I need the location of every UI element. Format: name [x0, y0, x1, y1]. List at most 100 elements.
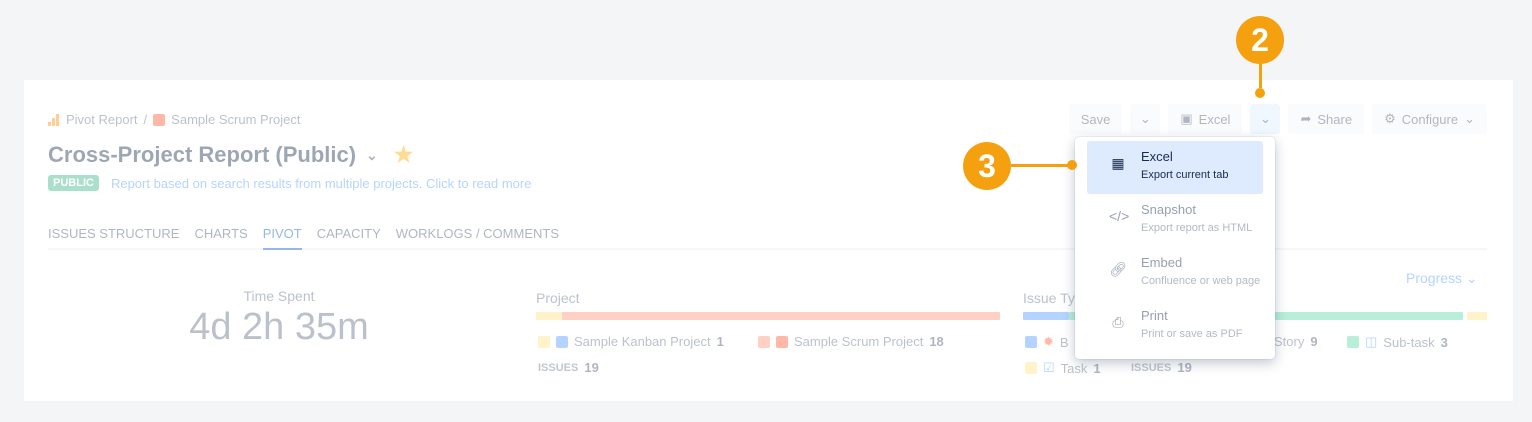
callout-3: 3	[963, 142, 1011, 190]
kanban-project-icon	[556, 335, 568, 348]
menu-item-snapshot[interactable]: </> Snapshot Export report as HTML	[1087, 194, 1263, 247]
export-options-button[interactable]: ⌄	[1250, 104, 1281, 134]
legend-item[interactable]: Sample Scrum Project 18	[758, 334, 944, 349]
issues-label: ISSUES	[1131, 361, 1172, 374]
menu-item-title: Print	[1141, 308, 1168, 323]
legend-item[interactable]: Story 9	[1274, 334, 1318, 349]
printer-icon: ⎙	[1112, 314, 1124, 330]
menu-item-print[interactable]: ⎙ Print Print or save as PDF	[1087, 300, 1263, 353]
metric-value: 4d 2h 35m	[189, 306, 369, 348]
report-panel: Pivot Report / Sample Scrum Project Cros…	[24, 80, 1513, 401]
issue-type-section-title: Issue Ty	[1023, 290, 1075, 306]
menu-item-subtitle: Export current tab	[1141, 169, 1229, 181]
legend-count: 1	[1093, 360, 1101, 376]
project-section-title: Project	[536, 290, 580, 306]
legend-count: 3	[1440, 334, 1448, 350]
tab-charts[interactable]: CHARTS	[194, 226, 247, 248]
legend-swatch	[758, 335, 770, 348]
issues-total: ISSUES 19	[538, 360, 599, 375]
legend-label: Task	[1060, 360, 1088, 376]
excel-icon: ▣	[1180, 111, 1193, 126]
report-title[interactable]: Cross-Project Report (Public)	[48, 142, 356, 168]
menu-item-title: Excel	[1141, 149, 1173, 164]
link-icon: 🔗︎	[1109, 261, 1127, 277]
bug-bar-segment	[1023, 312, 1069, 320]
legend-label: Sample Kanban Project	[574, 334, 711, 349]
breadcrumb: Pivot Report / Sample Scrum Project	[48, 112, 301, 127]
excel-icon: ▦	[1111, 155, 1125, 171]
issues-count: 19	[1177, 360, 1192, 375]
share-label: Share	[1317, 111, 1353, 127]
tab-worklogs-comments[interactable]: WORKLOGS / COMMENTS	[396, 226, 559, 248]
menu-item-subtitle: Confluence or web page	[1141, 275, 1261, 287]
toolbar: Save ⌄ ▣ Excel ⌄ ➦ Share ⚙ Configure ⌄	[1068, 104, 1487, 134]
report-description[interactable]: Report based on search results from mult…	[111, 176, 532, 191]
progress-label: Progress	[1406, 270, 1463, 286]
breadcrumb-project[interactable]: Sample Scrum Project	[171, 112, 300, 127]
legend-count: 1	[716, 334, 724, 349]
tab-issues-structure[interactable]: ISSUES STRUCTURE	[48, 226, 179, 248]
legend-swatch	[1025, 336, 1037, 348]
export-dropdown-menu: ▦ Excel Export current tab </> Snapshot …	[1075, 137, 1275, 359]
legend-count: 18	[929, 334, 944, 349]
menu-item-title: Snapshot	[1141, 202, 1196, 217]
save-button[interactable]: Save	[1068, 104, 1123, 134]
bug-icon: ✹	[1043, 334, 1054, 349]
scrum-project-icon	[776, 335, 788, 348]
menu-item-embed[interactable]: 🔗︎ Embed Confluence or web page	[1087, 247, 1263, 300]
callout-3-connector	[1011, 164, 1071, 167]
legend-item[interactable]: Sample Kanban Project 1	[538, 334, 724, 349]
legend-swatch	[1025, 362, 1037, 374]
share-icon: ➦	[1300, 111, 1312, 126]
legend-label: Sample Scrum Project	[794, 334, 924, 349]
tab-pivot[interactable]: PIVOT	[262, 226, 302, 250]
breadcrumb-separator: /	[143, 112, 148, 127]
code-icon: </>	[1109, 208, 1130, 224]
issues-count: 19	[584, 360, 599, 375]
legend-label: Story	[1274, 334, 1305, 349]
share-button[interactable]: ➦ Share	[1288, 104, 1365, 134]
issues-total: ISSUES 19	[1131, 360, 1192, 375]
chevron-down-icon[interactable]: ⌄	[366, 147, 378, 164]
issues-label: ISSUES	[538, 361, 579, 374]
tab-capacity[interactable]: CAPACITY	[317, 226, 381, 248]
callout-3-dot	[1067, 160, 1077, 170]
legend-count: 9	[1310, 334, 1318, 349]
chevron-down-icon: ⌄	[1465, 270, 1478, 286]
legend-item[interactable]: ◫ Sub-task 3	[1347, 334, 1448, 350]
configure-label: Configure	[1401, 111, 1459, 127]
excel-button[interactable]: ▣ Excel	[1168, 104, 1243, 134]
callout-2-connector	[1259, 64, 1262, 88]
legend-swatch	[1347, 336, 1359, 348]
project-bar-segment	[562, 312, 1000, 320]
menu-item-excel[interactable]: ▦ Excel Export current tab	[1087, 141, 1263, 194]
legend-item[interactable]: ✹ B	[1025, 334, 1069, 350]
progress-dropdown[interactable]: Progress ⌄	[1406, 270, 1478, 287]
gear-icon: ⚙	[1384, 111, 1396, 126]
menu-item-title: Embed	[1141, 255, 1183, 270]
chevron-down-icon: ⌄	[1260, 111, 1271, 126]
public-badge: PUBLIC	[48, 175, 99, 191]
legend-swatch	[538, 335, 550, 348]
chevron-down-icon: ⌄	[1139, 111, 1151, 126]
excel-label: Excel	[1198, 111, 1231, 127]
subtask-icon: ◫	[1365, 334, 1378, 349]
chevron-down-icon: ⌄	[1464, 111, 1475, 126]
project-icon	[153, 113, 166, 126]
star-icon[interactable]: ★	[394, 142, 414, 168]
legend-label: B	[1059, 334, 1069, 350]
save-options-button[interactable]: ⌄	[1130, 104, 1161, 134]
configure-button[interactable]: ⚙ Configure ⌄	[1372, 104, 1487, 134]
task-bar-segment	[1467, 312, 1487, 320]
breadcrumb-root[interactable]: Pivot Report	[66, 112, 138, 127]
menu-item-subtitle: Export report as HTML	[1141, 222, 1253, 234]
legend-item[interactable]: ☑ Task 1	[1025, 360, 1101, 376]
menu-item-subtitle: Print or save as PDF	[1141, 328, 1243, 340]
callout-2: 2	[1236, 16, 1284, 64]
metric-label: Time Spent	[243, 288, 315, 304]
callout-2-dot	[1255, 88, 1265, 98]
legend-label: Sub-task	[1383, 334, 1435, 350]
time-spent-metric: Time Spent 4d 2h 35m	[164, 288, 394, 349]
page-title: Cross-Project Report (Public) ⌄ ★	[48, 142, 414, 168]
task-icon: ☑	[1043, 360, 1055, 375]
